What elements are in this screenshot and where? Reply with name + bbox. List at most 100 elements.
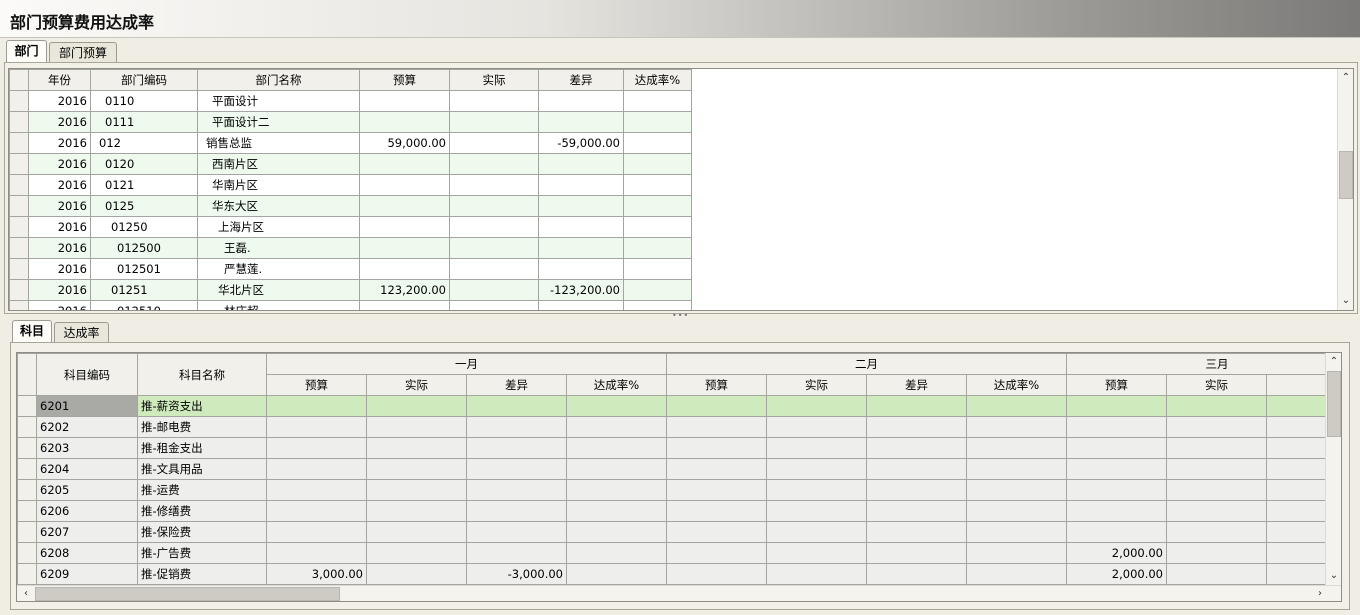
cell-subject-code[interactable]: 6208	[36, 542, 138, 564]
cell-rate[interactable]	[623, 153, 692, 175]
chevron-up-icon[interactable]: ⌃	[1327, 355, 1341, 369]
cell-m3-actual[interactable]	[1166, 395, 1267, 417]
cell-m3-budget[interactable]	[1066, 500, 1167, 522]
cell-m3-budget[interactable]: 2,000.00	[1066, 563, 1167, 585]
row-selector[interactable]	[9, 279, 29, 301]
cell-m2-budget[interactable]	[666, 563, 767, 585]
cell-dept-code[interactable]: 0110	[90, 90, 198, 112]
cell-budget[interactable]: 123,200.00	[359, 279, 450, 301]
row-selector[interactable]	[17, 458, 37, 480]
cell-m2-budget[interactable]	[666, 416, 767, 438]
cell-rate[interactable]	[623, 132, 692, 154]
col-header-diff[interactable]: 差异	[538, 69, 624, 91]
cell-dept-code[interactable]: 012	[90, 132, 198, 154]
cell-subject-code[interactable]: 6207	[36, 521, 138, 543]
cell-budget[interactable]	[359, 258, 450, 280]
cell-m1-budget[interactable]	[266, 479, 367, 501]
cell-m1-rate[interactable]	[566, 521, 667, 543]
row-selector[interactable]	[9, 132, 29, 154]
cell-m2-diff[interactable]	[866, 395, 967, 417]
cell-subject-code[interactable]: 6204	[36, 458, 138, 480]
cell-m1-rate[interactable]	[566, 479, 667, 501]
col-header-subject-code[interactable]: 科目编码	[36, 353, 138, 396]
cell-subject-name[interactable]: 推-文具用品	[137, 458, 267, 480]
cell-m3-budget[interactable]	[1066, 521, 1167, 543]
cell-dept-code[interactable]: 012500	[90, 237, 198, 259]
cell-m2-actual[interactable]	[766, 395, 867, 417]
cell-m1-budget[interactable]	[266, 521, 367, 543]
cell-rate[interactable]	[623, 195, 692, 217]
subject-horizontal-scrollbar[interactable]: ‹ ›	[17, 585, 1341, 601]
cell-m3-budget[interactable]	[1066, 479, 1167, 501]
col-header-m1-budget[interactable]: 预算	[266, 374, 367, 396]
cell-diff[interactable]	[538, 195, 624, 217]
cell-year[interactable]: 2016	[28, 111, 91, 133]
col-header-m1-actual[interactable]: 实际	[366, 374, 467, 396]
row-selector[interactable]	[9, 174, 29, 196]
department-row[interactable]: 2016 0110 平面设计	[9, 90, 692, 112]
cell-m2-diff[interactable]	[866, 458, 967, 480]
cell-dept-name[interactable]: 西南片区	[197, 153, 360, 175]
cell-m1-budget[interactable]	[266, 416, 367, 438]
panel-splitter[interactable]: •••	[0, 311, 1360, 320]
col-header-actual[interactable]: 实际	[449, 69, 539, 91]
col-header-m2-actual[interactable]: 实际	[766, 374, 867, 396]
cell-m3-budget[interactable]: 2,000.00	[1066, 542, 1167, 564]
subject-row[interactable]: 6208推-广告费2,000.00-2,	[17, 542, 1341, 564]
cell-m1-budget[interactable]	[266, 437, 367, 459]
cell-dept-name[interactable]: 华东大区	[197, 195, 360, 217]
cell-dept-code[interactable]: 01251	[90, 279, 198, 301]
cell-subject-name[interactable]: 推-保险费	[137, 521, 267, 543]
department-row[interactable]: 2016 0125 华东大区	[9, 195, 692, 217]
col-header-year[interactable]: 年份	[28, 69, 91, 91]
department-row[interactable]: 2016 012 销售总监 59,000.00 -59,000.00	[9, 132, 692, 154]
cell-m3-actual[interactable]	[1166, 563, 1267, 585]
cell-diff[interactable]	[538, 90, 624, 112]
cell-m3-budget[interactable]	[1066, 395, 1167, 417]
cell-year[interactable]: 2016	[28, 279, 91, 301]
cell-m2-budget[interactable]	[666, 479, 767, 501]
cell-m1-rate[interactable]	[566, 437, 667, 459]
cell-m1-diff[interactable]	[466, 395, 567, 417]
cell-dept-name[interactable]: 林庆超	[197, 300, 360, 310]
cell-actual[interactable]	[449, 132, 539, 154]
cell-m2-diff[interactable]	[866, 416, 967, 438]
cell-actual[interactable]	[449, 258, 539, 280]
col-header-m1-diff[interactable]: 差异	[466, 374, 567, 396]
cell-m2-rate[interactable]	[966, 563, 1067, 585]
cell-year[interactable]: 2016	[28, 90, 91, 112]
tab-department-budget[interactable]: 部门预算	[49, 42, 117, 64]
subject-hscroll-thumb[interactable]	[35, 587, 340, 601]
cell-subject-name[interactable]: 推-薪资支出	[137, 395, 267, 417]
col-header-m3-budget[interactable]: 预算	[1066, 374, 1167, 396]
cell-subject-code[interactable]: 6206	[36, 500, 138, 522]
department-row[interactable]: 2016 01251 华北片区 123,200.00 -123,200.00	[9, 279, 692, 301]
cell-dept-name[interactable]: 严慧莲.	[197, 258, 360, 280]
cell-actual[interactable]	[449, 90, 539, 112]
cell-m2-budget[interactable]	[666, 437, 767, 459]
cell-actual[interactable]	[449, 111, 539, 133]
cell-subject-code[interactable]: 6209	[36, 563, 138, 585]
cell-subject-code[interactable]: 6203	[36, 437, 138, 459]
subject-row[interactable]: 6206 推-修缮费	[17, 500, 1341, 522]
cell-m3-actual[interactable]	[1166, 416, 1267, 438]
cell-dept-code[interactable]: 0121	[90, 174, 198, 196]
cell-m2-actual[interactable]	[766, 479, 867, 501]
department-scroll-thumb[interactable]	[1339, 151, 1353, 199]
cell-year[interactable]: 2016	[28, 300, 91, 310]
cell-m2-rate[interactable]	[966, 458, 1067, 480]
cell-dept-name[interactable]: 销售总监	[197, 132, 360, 154]
cell-m2-budget[interactable]	[666, 500, 767, 522]
cell-m1-budget[interactable]: 3,000.00	[266, 563, 367, 585]
cell-subject-name[interactable]: 推-租金支出	[137, 437, 267, 459]
col-header-dept-code[interactable]: 部门编码	[90, 69, 198, 91]
cell-diff[interactable]: -59,000.00	[538, 132, 624, 154]
chevron-down-icon[interactable]: ⌄	[1339, 294, 1353, 308]
cell-dept-name[interactable]: 平面设计	[197, 90, 360, 112]
cell-m1-diff[interactable]	[466, 500, 567, 522]
cell-m2-actual[interactable]	[766, 458, 867, 480]
cell-m1-rate[interactable]	[566, 542, 667, 564]
col-header-m1-rate[interactable]: 达成率%	[566, 374, 667, 396]
cell-m2-rate[interactable]	[966, 479, 1067, 501]
cell-budget[interactable]	[359, 300, 450, 310]
